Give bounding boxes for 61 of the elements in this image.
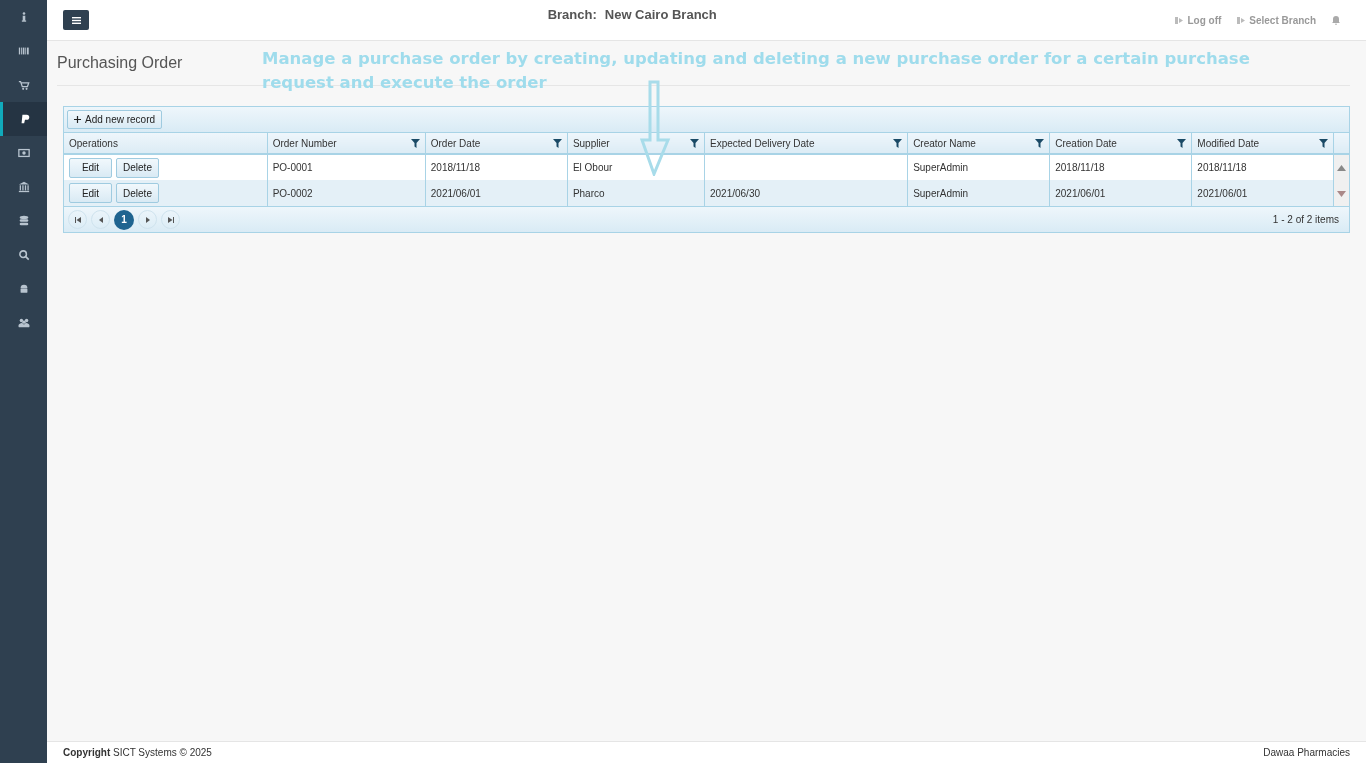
- filter-icon[interactable]: [552, 138, 562, 148]
- table-cell: 2021/06/01: [1197, 187, 1248, 199]
- column-header[interactable]: Order Date: [425, 133, 568, 154]
- banknote-icon: [17, 147, 30, 159]
- table-cell: Pharco: [572, 187, 605, 199]
- page-button[interactable]: 1: [114, 209, 134, 230]
- database-icon: [17, 215, 30, 227]
- first-page-icon: [74, 216, 81, 223]
- column-header[interactable]: Operations: [64, 133, 268, 154]
- table-cell: 2018/11/18: [430, 162, 481, 173]
- menu-icon: [71, 16, 81, 24]
- table-cell: PO-0002: [272, 187, 313, 199]
- filter-icon[interactable]: [410, 138, 420, 148]
- plus-icon: [74, 116, 81, 123]
- table-cell: SuperAdmin: [913, 187, 969, 199]
- table-cell: PO-0001: [272, 162, 313, 173]
- add-record-button[interactable]: Add new record: [67, 110, 163, 129]
- search-icon: [17, 249, 30, 261]
- table-row-button[interactable]: Delete: [116, 157, 159, 178]
- column-header[interactable]: Expected Delivery Date: [704, 133, 908, 154]
- users-icon: [17, 317, 30, 329]
- payment-icon: [19, 113, 31, 125]
- column-header[interactable]: Creation Date: [1049, 133, 1192, 154]
- annotation-text: Manage a purchase order by creating, updating and deleting a new purchase order for a certain purchase request and execute the order: [262, 48, 1251, 94]
- table-cell: 2021/06/30: [709, 187, 761, 199]
- table-cell: 2018/11/18: [1197, 162, 1247, 173]
- table-row-button[interactable]: Delete: [116, 183, 159, 203]
- copyright-text: Copyright SICT Systems © 2025: [63, 746, 212, 760]
- cart-icon: [17, 79, 30, 91]
- sidebar-item[interactable]: [0, 102, 47, 136]
- table-cell: 2018/11/18: [1055, 162, 1105, 173]
- table-row-button[interactable]: Edit: [69, 183, 112, 203]
- table-cell: El Obour: [572, 162, 613, 173]
- previous-page-icon: [97, 216, 104, 223]
- table-row-button[interactable]: Edit: [69, 157, 112, 178]
- branch-label: Branch:: [547, 6, 597, 25]
- column-header[interactable]: Order Number: [267, 133, 426, 154]
- filter-icon[interactable]: [689, 138, 699, 148]
- column-header[interactable]: Supplier: [567, 133, 705, 154]
- exit-icon: [1175, 16, 1184, 24]
- table-cell: 2021/06/01: [1055, 187, 1106, 199]
- last-page-icon: [167, 216, 174, 223]
- next-page-icon: [144, 216, 151, 223]
- filter-icon[interactable]: [893, 138, 903, 148]
- column-header[interactable]: Modified Date: [1191, 133, 1334, 154]
- company-name: Dawaa Pharmacies: [1263, 746, 1350, 760]
- exit-icon: [1237, 16, 1246, 24]
- menu-button[interactable]: [63, 10, 89, 30]
- scroll-up-icon[interactable]: [1337, 165, 1347, 172]
- table-cell: 2021/06/01: [430, 187, 481, 199]
- page-title: Purchasing Order: [57, 53, 184, 73]
- barcode-icon: [17, 45, 30, 57]
- filter-icon[interactable]: [1177, 138, 1187, 148]
- column-header[interactable]: Creator Name: [907, 133, 1050, 154]
- filter-icon[interactable]: [1035, 138, 1045, 148]
- filter-icon[interactable]: [1319, 138, 1329, 148]
- table-cell: SuperAdmin: [913, 162, 969, 173]
- branch-name: New Cairo Branch: [604, 6, 717, 25]
- bank-icon: [17, 181, 30, 193]
- scroll-down-icon[interactable]: [1337, 190, 1347, 197]
- pager-info: 1 - 2 of 2 items: [1272, 213, 1339, 227]
